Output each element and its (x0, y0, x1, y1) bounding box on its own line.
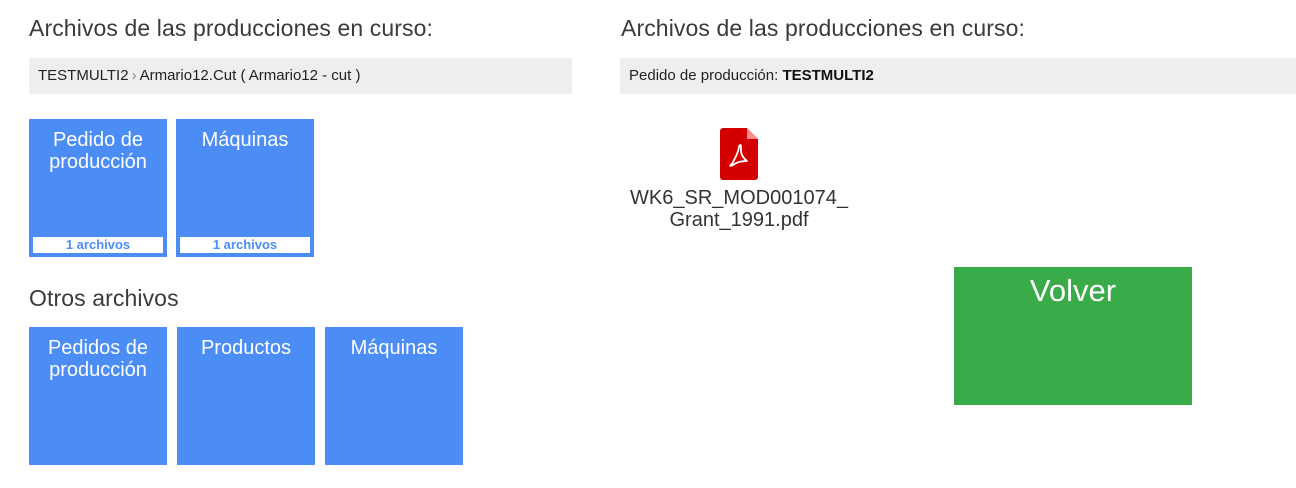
tile-productos[interactable]: Productos (177, 327, 315, 465)
order-label: Pedido de producción: (629, 67, 779, 84)
breadcrumb-separator: › (131, 67, 137, 84)
tile-title: Pedidos de producción (47, 337, 149, 381)
tile-title: Productos (200, 337, 292, 359)
order-value: TESTMULTI2 (782, 67, 874, 84)
tile-file-count: 1 archivos (180, 237, 310, 253)
other-files-heading: Otros archivos (29, 285, 179, 311)
left-heading: Archivos de las producciones en curso: (29, 15, 433, 41)
tile-title: Pedido de producción (49, 129, 147, 173)
tile-maquinas[interactable]: Máquinas 1 archivos (176, 119, 314, 257)
breadcrumb-order[interactable]: TESTMULTI2 (38, 67, 129, 84)
back-button-label: Volver (1029, 273, 1117, 308)
tile-maquinas-other[interactable]: Máquinas (325, 327, 463, 465)
tile-title: Máquinas (350, 337, 438, 359)
file-name: WK6_SR_MOD001074_ Grant_1991.pdf (630, 187, 848, 231)
tile-file-count: 1 archivos (33, 237, 163, 253)
tile-pedido-de-produccion[interactable]: Pedido de producción 1 archivos (29, 119, 167, 257)
breadcrumb: TESTMULTI2 › Armario12.Cut ( Armario12 - c… (29, 58, 572, 94)
breadcrumb-product: Armario12.Cut ( Armario12 - cut ) (139, 67, 361, 84)
tile-title: Máquinas (201, 129, 289, 151)
pdf-icon (720, 128, 758, 180)
order-bar: Pedido de producción: TESTMULTI2 (620, 58, 1296, 94)
file-item[interactable]: WK6_SR_MOD001074_ Grant_1991.pdf (620, 128, 858, 231)
back-button[interactable]: Volver (954, 267, 1192, 405)
right-heading: Archivos de las producciones en curso: (621, 15, 1025, 41)
tile-pedidos-de-produccion[interactable]: Pedidos de producción (29, 327, 167, 465)
